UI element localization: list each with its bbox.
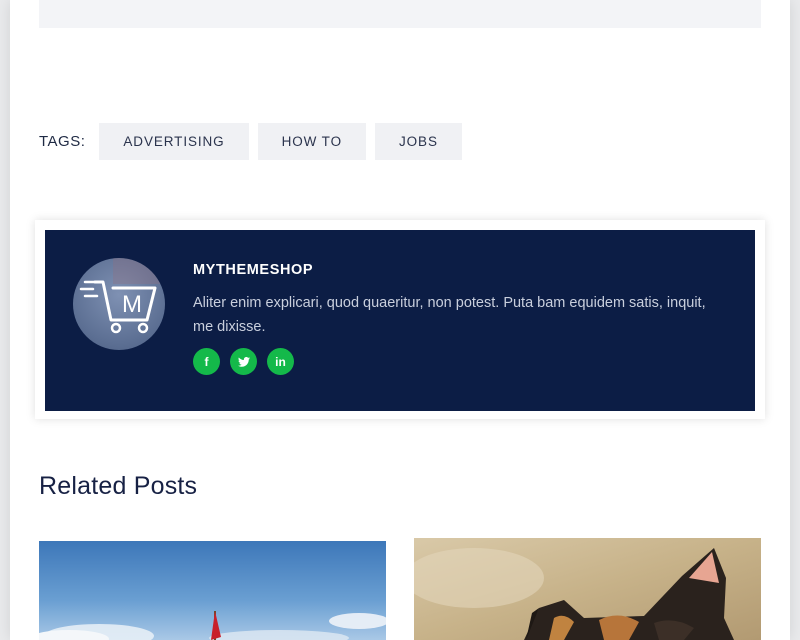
author-social-links: f t in [193, 348, 304, 375]
related-post-thumbnail-1[interactable] [39, 541, 386, 640]
twitter-icon[interactable]: t [230, 348, 257, 375]
linkedin-icon[interactable]: in [267, 348, 294, 375]
related-post-thumbnail-2[interactable] [414, 538, 761, 640]
cart-logo-icon: M [79, 258, 165, 334]
sky-landscape-image [39, 541, 386, 640]
content-box-bottom [39, 0, 761, 28]
author-bio: Aliter enim explicari, quod quaeritur, n… [193, 295, 706, 335]
facebook-glyph: f [204, 354, 209, 369]
linkedin-glyph: in [275, 354, 286, 369]
avatar-letter: M [122, 291, 142, 318]
post-tags: TAGS: ADVERTISING HOW TO JOBS [39, 123, 471, 160]
author-box: M MYTHEMESHOP Aliter enim explicari, quo… [45, 230, 755, 411]
page: TAGS: ADVERTISING HOW TO JOBS M MYTHEMES… [10, 0, 790, 640]
tag-advertising[interactable]: ADVERTISING [99, 123, 249, 160]
related-posts-title: Related Posts [39, 472, 198, 500]
tags-label: TAGS: [39, 133, 86, 150]
tag-how-to[interactable]: HOW TO [257, 123, 366, 160]
twitter-bird-glyph [237, 356, 250, 367]
author-name[interactable]: MYTHEMESHOP [193, 262, 313, 278]
kitten-image [414, 538, 761, 640]
author-box-frame: M MYTHEMESHOP Aliter enim explicari, quo… [35, 220, 765, 419]
facebook-icon[interactable]: f [193, 348, 220, 375]
author-avatar[interactable]: M [73, 258, 165, 350]
tag-jobs[interactable]: JOBS [374, 123, 462, 160]
